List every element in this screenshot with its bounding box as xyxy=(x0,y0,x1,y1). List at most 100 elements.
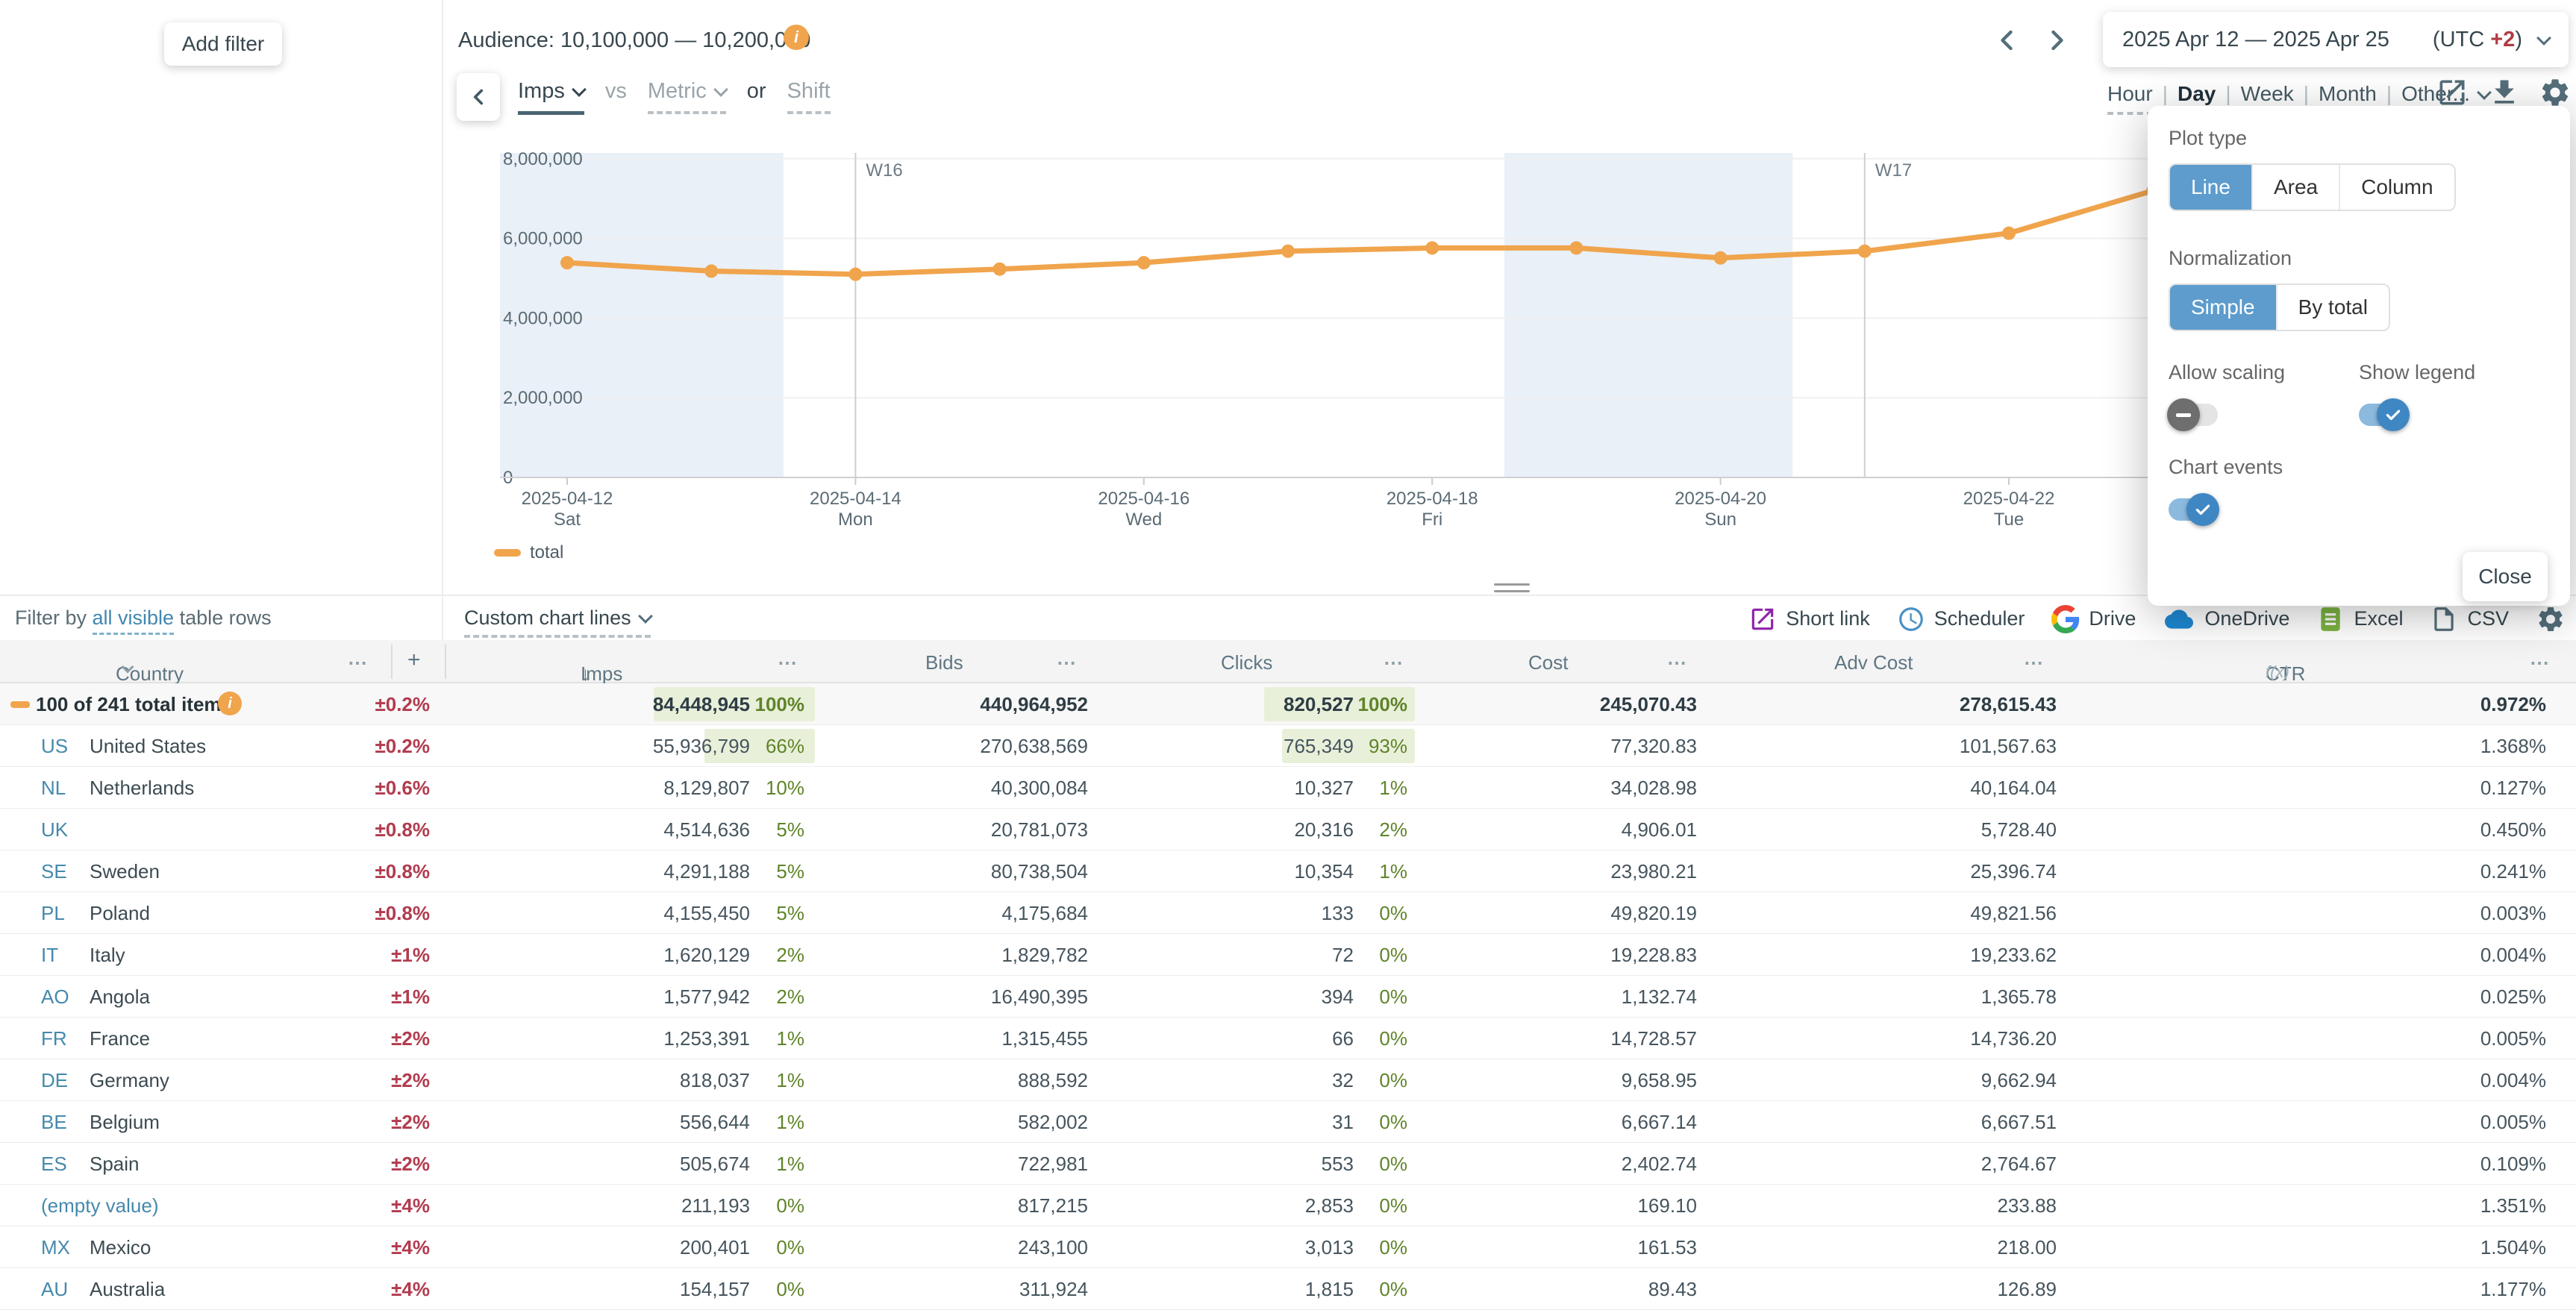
bids-value: 243,100 xyxy=(1018,1236,1088,1259)
table-row[interactable]: AU Australia i ±4% 154,157 0% 311,924 1,… xyxy=(0,1268,2576,1310)
column-menu-icon[interactable]: ⋯ xyxy=(1667,651,1688,674)
clicks-value: 10,327 xyxy=(1294,777,1354,799)
adv-cost-value: 40,164.04 xyxy=(1970,777,2057,799)
table-row[interactable]: UK i ±0.8% 4,514,636 5% 20,781,073 20,31… xyxy=(0,809,2576,850)
previous-range-button[interactable] xyxy=(1989,24,2024,58)
sampling-error: ±2% xyxy=(391,1153,430,1175)
table-settings-gear-icon[interactable] xyxy=(2536,604,2566,634)
table-row[interactable]: IT Italy i ±1% 1,620,129 2% 1,829,782 72… xyxy=(0,934,2576,976)
plot-type-area-button[interactable]: Area xyxy=(2251,165,2339,210)
imps-value: 556,644 xyxy=(680,1111,750,1133)
imps-value: 211,193 xyxy=(681,1194,750,1217)
plot-type-line-button[interactable]: Line xyxy=(2170,165,2251,210)
primary-metric-dropdown[interactable]: Imps xyxy=(518,79,587,115)
column-menu-icon[interactable]: ⋯ xyxy=(1057,651,1078,674)
header-border xyxy=(391,645,393,679)
column-bids[interactable]: Bids xyxy=(925,651,963,674)
table-row[interactable]: PL Poland i ±0.8% 4,155,450 5% 4,175,684… xyxy=(0,892,2576,934)
audience-filter-summary[interactable]: Audience: 10,100,000 — 10,200,000 xyxy=(458,28,810,53)
column-clicks[interactable]: Clicks xyxy=(1221,651,1272,674)
column-menu-icon[interactable]: ⋯ xyxy=(348,651,369,674)
table-row[interactable]: 100 of 241 total items i ±0.2% 84,448,94… xyxy=(0,683,2576,725)
sampling-error: ±1% xyxy=(391,985,430,1008)
custom-chart-lines-dropdown[interactable]: Custom chart lines xyxy=(464,607,653,638)
table-row[interactable]: FR France i ±2% 1,253,391 1% 1,315,455 6… xyxy=(0,1018,2576,1059)
allow-scaling-toggle[interactable] xyxy=(2167,398,2218,431)
ctr-value: 0.003% xyxy=(2480,902,2546,924)
adv-cost-value: 218.00 xyxy=(1997,1236,2057,1259)
download-icon[interactable] xyxy=(2488,76,2521,109)
chevron-down-icon xyxy=(713,82,728,97)
file-icon xyxy=(2434,607,2454,631)
cost-value: 6,667.14 xyxy=(1621,1111,1697,1133)
svg-text:total: total xyxy=(530,542,563,562)
filter-prefix: Filter by xyxy=(15,607,93,629)
table-row[interactable]: NL Netherlands i ±0.6% 8,129,807 10% 40,… xyxy=(0,767,2576,809)
country-name: 100 of 241 total items xyxy=(36,693,232,715)
adv-cost-value: 126.89 xyxy=(1997,1278,2057,1300)
imps-percent: 1% xyxy=(776,1111,804,1133)
normalization-by-total-button[interactable]: By total xyxy=(2275,285,2389,330)
imps-value: 4,291,188 xyxy=(663,860,750,883)
bids-value: 16,490,395 xyxy=(990,985,1088,1008)
imps-percent: 100% xyxy=(754,693,805,715)
column-menu-icon[interactable]: ⋯ xyxy=(1384,651,1404,674)
excel-export-button[interactable]: Excel xyxy=(2316,605,2403,633)
cost-value: 14,728.57 xyxy=(1610,1027,1697,1050)
sampling-error: ±0.6% xyxy=(375,777,430,799)
secondary-metric-dropdown[interactable]: Metric xyxy=(647,79,728,114)
open-in-new-icon[interactable] xyxy=(2436,76,2469,109)
show-legend-toggle[interactable] xyxy=(2359,398,2410,431)
imps-percent: 2% xyxy=(776,985,804,1008)
svg-text:W17: W17 xyxy=(1875,160,1912,181)
google-drive-button[interactable]: Drive xyxy=(2051,604,2136,633)
short-link-button[interactable]: Short link xyxy=(1748,605,1870,633)
table-row[interactable]: BE Belgium i ±2% 556,644 1% 582,002 31 0… xyxy=(0,1101,2576,1143)
ctr-value: 0.004% xyxy=(2480,944,2546,966)
clicks-percent: 0% xyxy=(1379,1153,1407,1175)
shift-dropdown[interactable]: Shift xyxy=(787,79,831,114)
onedrive-button[interactable]: OneDrive xyxy=(2163,605,2289,633)
audience-info-icon[interactable]: i xyxy=(784,25,809,50)
chevron-down-icon xyxy=(571,82,587,97)
chart-pan-left-button[interactable] xyxy=(457,73,500,121)
info-icon[interactable]: i xyxy=(218,692,242,715)
table-row[interactable]: DE Germany i ±2% 818,037 1% 888,592 32 0… xyxy=(0,1059,2576,1101)
add-column-button[interactable]: + xyxy=(407,648,421,673)
clicks-percent: 0% xyxy=(1379,1236,1407,1259)
normalization-simple-button[interactable]: Simple xyxy=(2170,285,2276,330)
table-row[interactable]: SE Sweden i ±0.8% 4,291,188 5% 80,738,50… xyxy=(0,850,2576,892)
ctr-value: 0.450% xyxy=(2480,818,2546,841)
granularity-hour[interactable]: Hour xyxy=(2107,82,2153,115)
close-button[interactable]: Close xyxy=(2463,552,2548,601)
adv-cost-value: 6,667.51 xyxy=(1981,1111,2057,1133)
column-cost[interactable]: Cost xyxy=(1528,651,1568,674)
table-row[interactable]: (empty value) i ±4% 211,193 0% 817,215 2… xyxy=(0,1185,2576,1226)
column-menu-icon[interactable]: ⋯ xyxy=(2024,651,2045,674)
next-range-button[interactable] xyxy=(2040,24,2075,58)
or-label: or xyxy=(746,79,766,103)
add-filter-button[interactable]: Add filter xyxy=(164,22,282,66)
scheduler-button[interactable]: Scheduler xyxy=(1897,605,2025,633)
country-name: France xyxy=(90,1027,150,1050)
csv-export-button[interactable]: CSV xyxy=(2430,605,2509,633)
ctr-value: 1.177% xyxy=(2480,1278,2546,1300)
column-adv-cost[interactable]: Adv Cost xyxy=(1834,651,1913,674)
clicks-value: 820,527 xyxy=(1284,693,1354,715)
table-row[interactable]: AO Angola i ±1% 1,577,942 2% 16,490,395 … xyxy=(0,976,2576,1018)
action-label: Excel xyxy=(2354,607,2404,630)
table-row[interactable]: MX Mexico i ±4% 200,401 0% 243,100 3,013… xyxy=(0,1226,2576,1268)
plot-type-column-button[interactable]: Column xyxy=(2339,165,2454,210)
column-menu-icon[interactable]: ⋯ xyxy=(778,651,798,674)
filter-scope-link[interactable]: all visible xyxy=(92,607,175,635)
chart-settings-gear-icon[interactable] xyxy=(2539,76,2572,109)
ctr-value: 0.004% xyxy=(2480,1069,2546,1091)
cost-value: 161.53 xyxy=(1637,1236,1697,1259)
imps-percent: 0% xyxy=(776,1194,804,1217)
table-row[interactable]: US United States i ±0.2% 55,936,799 66% … xyxy=(0,725,2576,767)
column-menu-icon[interactable]: ⋯ xyxy=(2530,651,2551,674)
chart-events-toggle[interactable] xyxy=(2169,493,2219,526)
country-name: United States xyxy=(90,735,207,757)
table-row[interactable]: ES Spain i ±2% 505,674 1% 722,981 553 0%… xyxy=(0,1143,2576,1185)
date-range-picker[interactable]: 2025 Apr 12 — 2025 Apr 25 (UTC +2) xyxy=(2103,12,2569,67)
